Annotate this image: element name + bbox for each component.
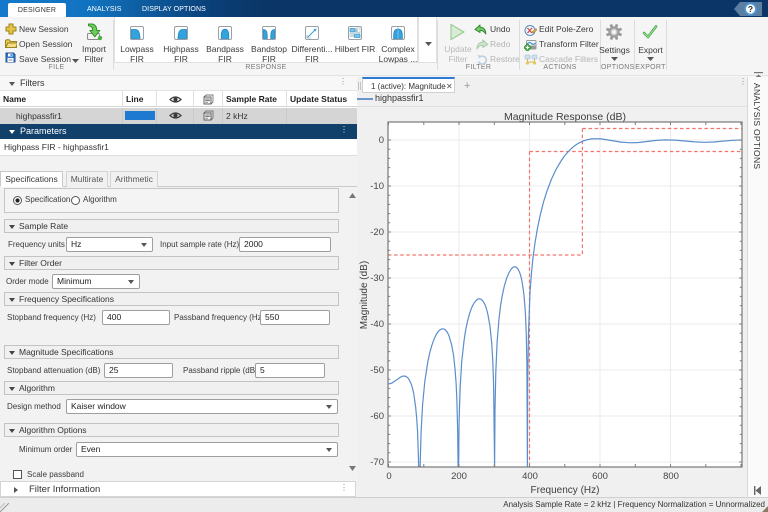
- svg-text:200: 200: [451, 471, 467, 482]
- svg-text:-60: -60: [370, 411, 384, 422]
- svg-text:-70: -70: [370, 457, 384, 468]
- svg-text:-50: -50: [370, 365, 384, 376]
- svg-text:0: 0: [386, 471, 391, 482]
- svg-text:400: 400: [522, 471, 538, 482]
- svg-text:Magnitude Response (dB): Magnitude Response (dB): [504, 111, 626, 123]
- svg-text:-20: -20: [370, 227, 384, 238]
- svg-text:600: 600: [592, 471, 608, 482]
- svg-text:-40: -40: [370, 319, 384, 330]
- svg-text:800: 800: [663, 471, 679, 482]
- svg-text:-10: -10: [370, 181, 384, 192]
- svg-text:0: 0: [379, 135, 384, 146]
- svg-text:Magnitude (dB): Magnitude (dB): [359, 261, 370, 329]
- svg-text:?: ?: [748, 4, 753, 14]
- svg-text:Frequency (Hz): Frequency (Hz): [531, 485, 600, 496]
- svg-text:-30: -30: [370, 273, 384, 284]
